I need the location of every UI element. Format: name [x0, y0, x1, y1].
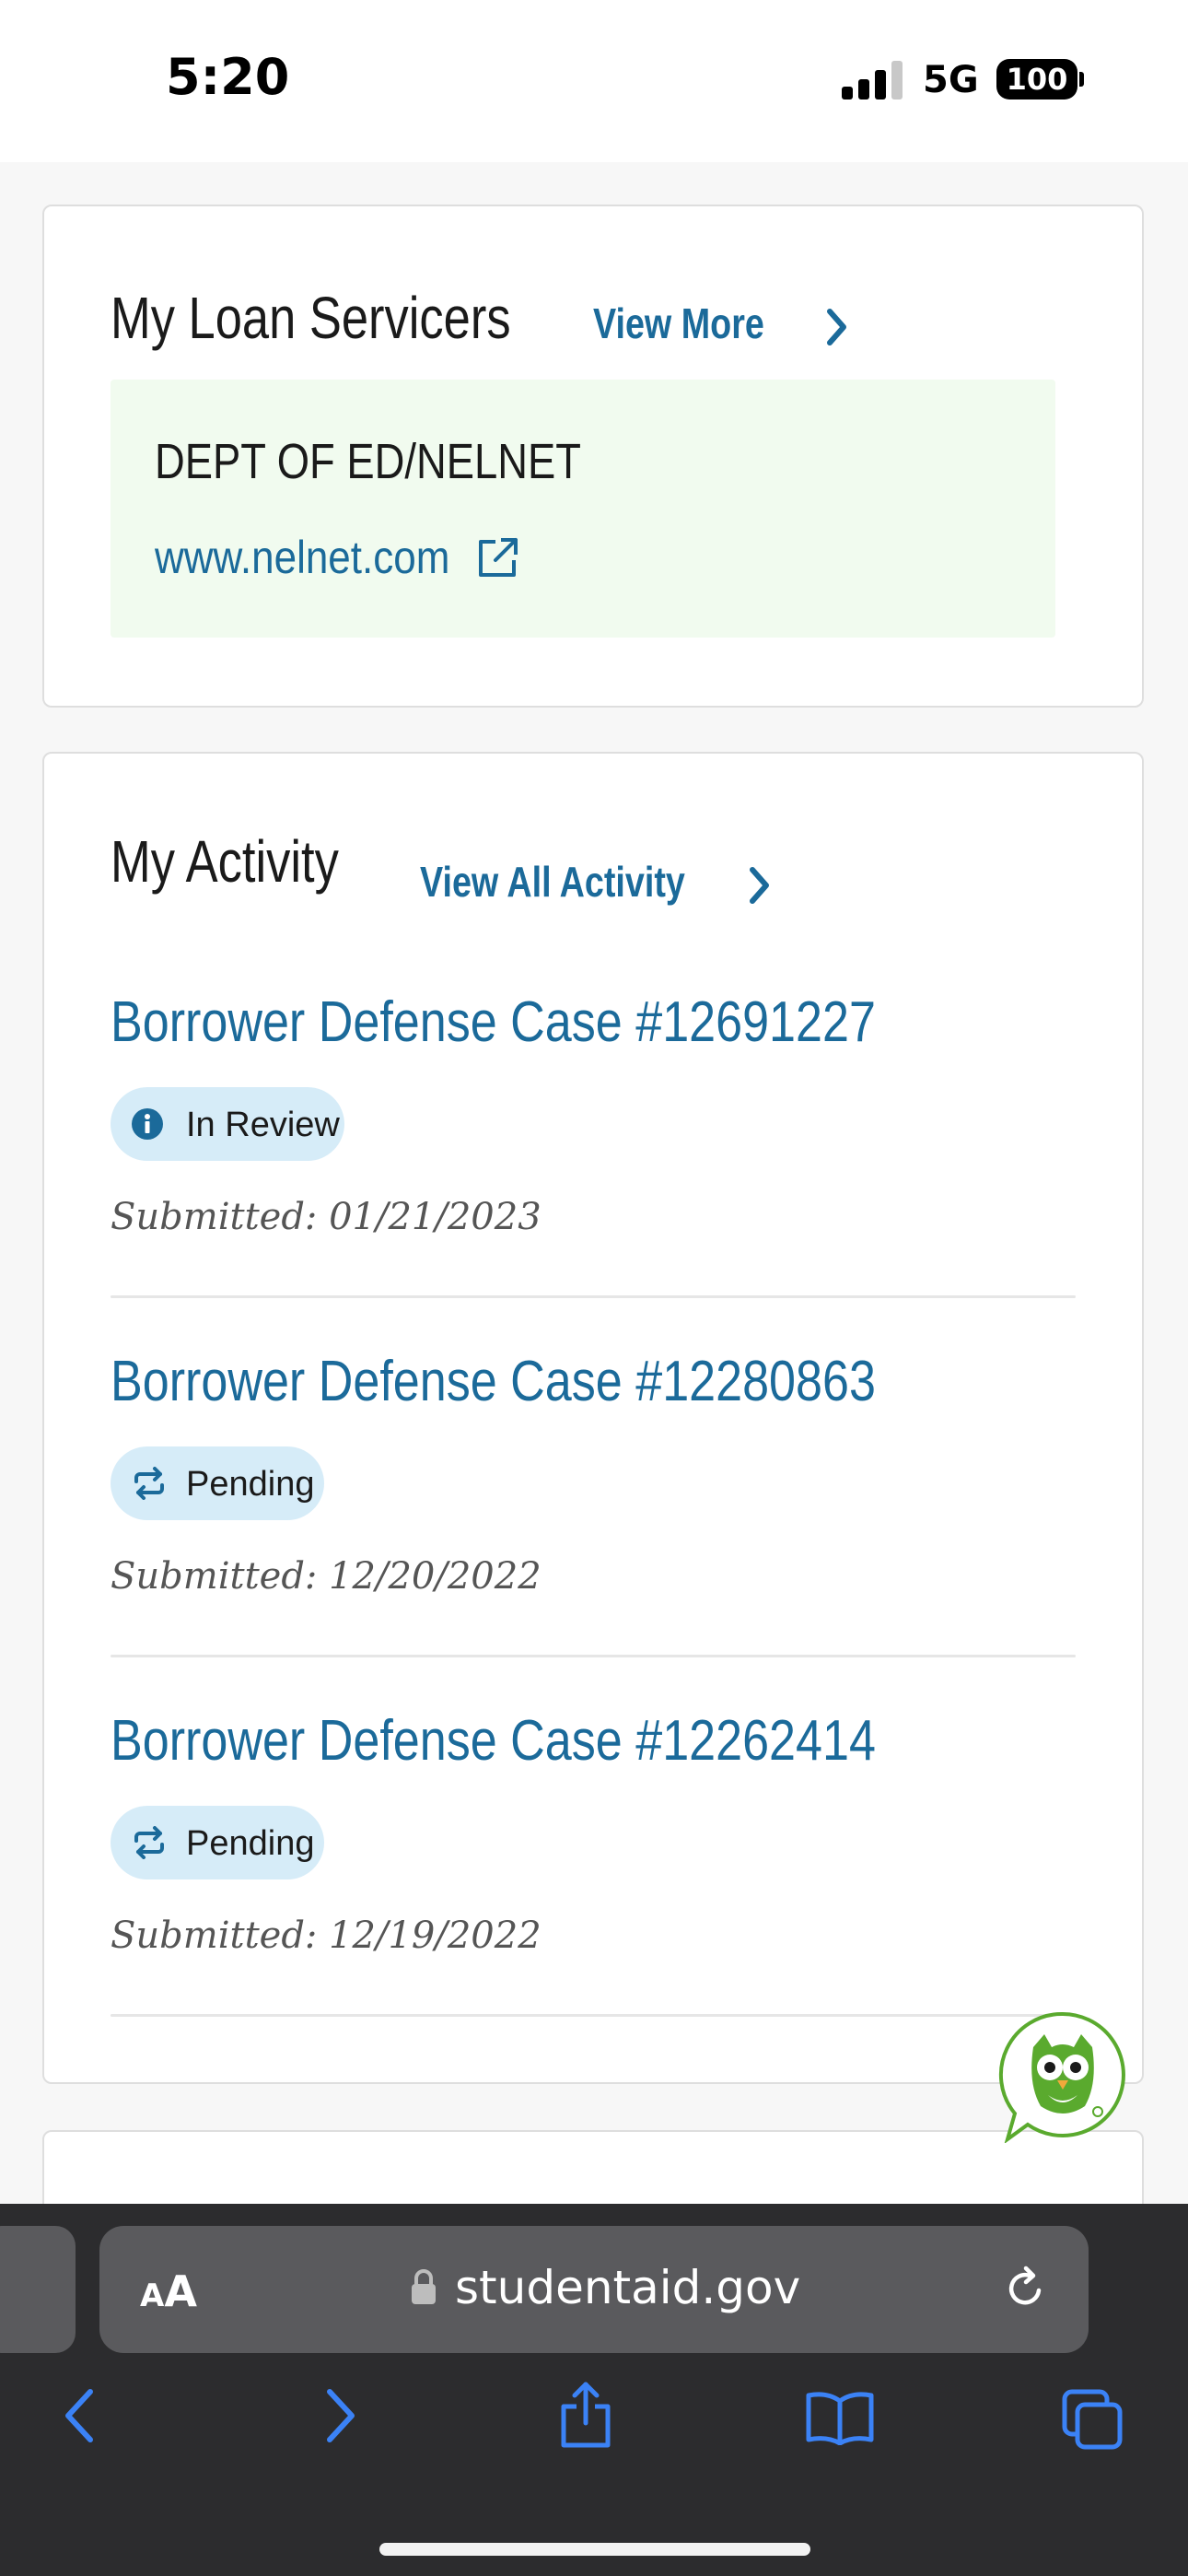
home-indicator	[379, 2543, 810, 2556]
share-icon[interactable]	[556, 2381, 615, 2451]
servicer-box: DEPT OF ED/NELNET www.nelnet.com	[111, 380, 1055, 638]
network-label: 5G	[923, 59, 979, 101]
case-link[interactable]: Borrower Defense Case #12691227	[111, 989, 876, 1055]
bookmarks-icon[interactable]	[803, 2390, 877, 2445]
status-bar: 5:20 5G 100	[0, 0, 1188, 162]
previous-tab-peek[interactable]	[0, 2226, 76, 2353]
status-label: Pending	[186, 1824, 315, 1863]
servicer-name: DEPT OF ED/NELNET	[155, 434, 581, 489]
activity-card: My Activity View All Activity Borrower D…	[42, 752, 1144, 2084]
tabs-icon[interactable]	[1059, 2386, 1125, 2453]
sync-icon	[134, 1467, 164, 1500]
submitted-date: Submitted: 12/19/2022	[111, 1914, 542, 1957]
text-size-big-a: A	[164, 2266, 197, 2316]
browser-toolbar: AA studentaid.gov	[0, 2204, 1188, 2576]
case-link[interactable]: Borrower Defense Case #12262414	[111, 1708, 876, 1774]
address-bar[interactable]: AA studentaid.gov	[99, 2226, 1089, 2353]
loan-servicers-title: My Loan Servicers	[111, 285, 511, 351]
lock-icon	[412, 2269, 436, 2304]
status-badge: Pending	[111, 1446, 324, 1520]
info-icon	[132, 1108, 163, 1140]
view-all-activity-label: View All Activity	[420, 858, 685, 906]
owl-chat-icon[interactable]	[996, 2010, 1129, 2143]
servicer-website-link[interactable]: www.nelnet.com	[155, 531, 542, 595]
view-all-activity-link[interactable]: View All Activity	[420, 857, 788, 916]
status-badge: In Review	[111, 1087, 344, 1161]
back-icon[interactable]	[59, 2386, 103, 2445]
loan-servicers-card: My Loan Servicers View More DEPT OF ED/N…	[42, 205, 1144, 708]
divider	[111, 1655, 1076, 1657]
battery-icon: 100	[996, 59, 1077, 100]
reload-icon[interactable]	[1002, 2265, 1050, 2313]
divider	[111, 2014, 1076, 2017]
status-label: Pending	[186, 1465, 315, 1504]
servicer-url: www.nelnet.com	[155, 532, 450, 583]
url-text: studentaid.gov	[455, 2261, 801, 2314]
activity-title: My Activity	[111, 828, 339, 895]
status-time: 5:20	[166, 48, 290, 106]
status-badge: Pending	[111, 1806, 324, 1879]
battery-tip	[1079, 72, 1084, 87]
submitted-date: Submitted: 01/21/2023	[111, 1196, 542, 1238]
external-link-icon	[479, 538, 518, 577]
battery-level: 100	[1006, 62, 1068, 97]
view-more-link[interactable]: View More	[593, 299, 860, 357]
case-link[interactable]: Borrower Defense Case #12280863	[111, 1349, 876, 1414]
divider	[111, 1295, 1076, 1298]
forward-icon[interactable]	[317, 2386, 361, 2445]
chevron-right-icon	[827, 309, 846, 345]
chevron-right-icon	[750, 867, 769, 904]
text-size-small-a: A	[140, 2277, 165, 2314]
status-label: In Review	[186, 1106, 340, 1144]
text-size-button[interactable]: AA	[140, 2266, 197, 2316]
sync-icon	[134, 1826, 164, 1859]
signal-icon	[842, 61, 903, 100]
submitted-date: Submitted: 12/20/2022	[111, 1555, 542, 1598]
view-more-label: View More	[593, 299, 764, 347]
